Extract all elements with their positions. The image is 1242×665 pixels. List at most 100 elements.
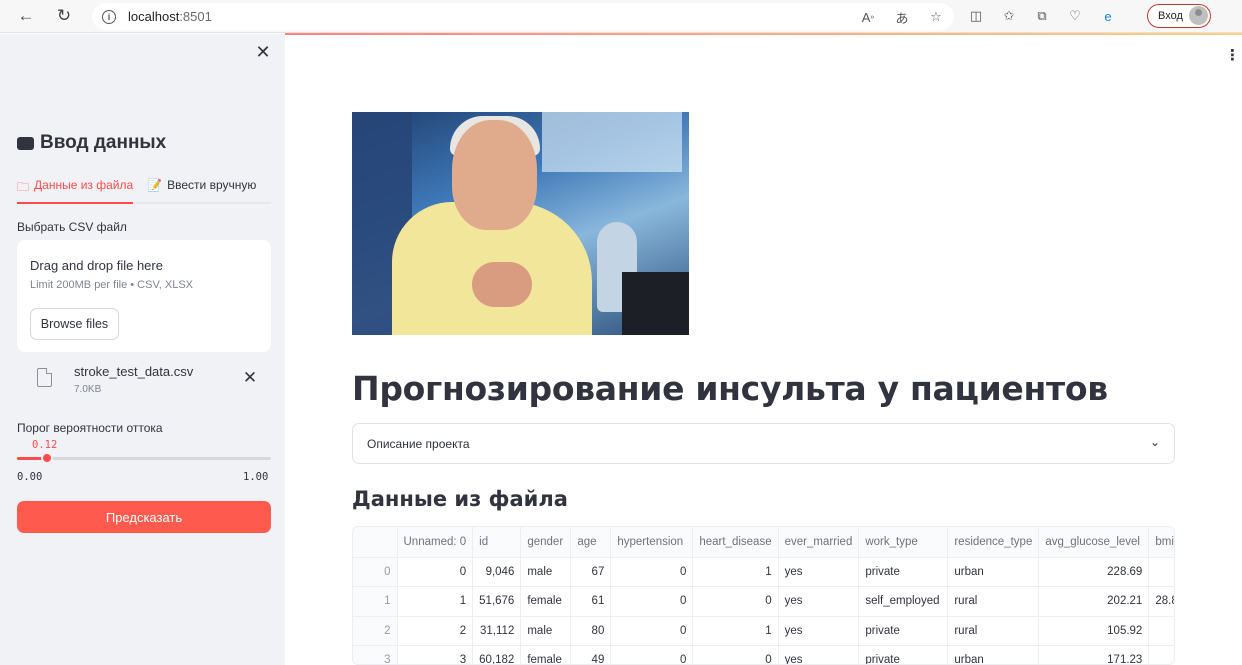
table-cell[interactable]: 1 [692,616,779,646]
read-aloud-icon[interactable]: A» [858,7,878,27]
table-cell[interactable]: private [858,557,949,587]
table-header: Unnamed: 0 id gender age hypertension heart_d… [353,527,1174,558]
uploaded-file-name: stroke_test_data.csv [74,364,194,379]
table-cell[interactable]: 228.69 [1038,557,1150,587]
table-cell[interactable]: 2 [397,616,474,646]
table-cell[interactable]: 60,182 [472,645,522,664]
table-cell[interactable]: 0 [692,586,779,617]
table-cell[interactable]: 0 [397,557,474,587]
table-cell[interactable]: 1 [397,586,474,617]
table-cell[interactable]: 0 [692,645,779,664]
file-icon [37,368,52,387]
table-cell[interactable]: 3 [397,645,474,664]
column-header[interactable]: hypertension [610,527,694,558]
favorite-star-icon[interactable]: ☆ [926,7,946,27]
login-button[interactable]: Вход [1147,4,1211,28]
close-sidebar-icon[interactable]: ✕ [253,42,273,62]
table-cell[interactable]: 67 [570,557,612,587]
table-cell[interactable]: 49 [570,645,612,664]
table-cell[interactable]: self_employed [858,586,949,617]
section-title: Данные из файла [352,487,568,511]
table-cell[interactable]: 202.21 [1038,586,1150,617]
browse-files-button[interactable]: Browse files [30,308,119,340]
column-header[interactable]: Unnamed: 0 [397,527,474,558]
row-index[interactable]: 0 [353,557,398,587]
table-row: 1 1 51,676 female 61 0 0 yes self_employed rural 2… [353,586,1174,617]
table-row: 009,046male6701yesprivateurban228.6936. [353,557,1174,587]
collections-icon[interactable]: ⧉ [1032,6,1052,26]
row-index[interactable]: 3 [353,645,398,664]
table-cell[interactable]: urban [947,645,1040,664]
table-cell[interactable]: 61 [570,586,612,617]
table-cell[interactable]: 171.23 [1038,645,1150,664]
table-cell[interactable]: 80 [570,616,612,646]
main-menu-icon[interactable]: ⋮ [1225,46,1240,64]
table-cell[interactable]: 32. [1148,616,1174,646]
table-cell[interactable]: female [520,586,572,617]
threshold-slider[interactable] [17,452,271,464]
table-cell[interactable]: male [520,616,572,646]
row-index[interactable]: 1 [353,586,398,617]
table-cell[interactable]: 51,676 [472,586,522,617]
table-cell[interactable]: 0 [610,645,694,664]
table-cell[interactable]: 0 [610,586,694,617]
column-header[interactable]: id [472,527,522,558]
slider-thumb[interactable] [41,452,53,464]
address-bar[interactable]: i localhost:8501 A» あ ☆ [92,3,954,30]
uploaded-file: stroke_test_data.csv 7.0KB ✕ [17,356,271,400]
column-header[interactable] [353,527,398,558]
tab-file-data-label: Данные из файла [34,178,134,192]
dropzone-title: Drag and drop file here [30,258,163,273]
table-cell[interactable]: yes [778,616,860,646]
sidebar-title-text: Ввод данных [40,132,167,153]
tab-manual-input[interactable]: 📝 Ввести вручную [147,172,256,204]
column-header[interactable]: gender [520,527,572,558]
column-header[interactable]: residence_type [947,527,1040,558]
table-cell[interactable]: 36. [1148,557,1174,587]
table-cell[interactable]: yes [778,557,860,587]
column-header[interactable]: heart_disease [692,527,779,558]
project-description-expander[interactable]: Описание проекта ⌄ [352,423,1175,464]
table-cell[interactable]: 105.92 [1038,616,1150,646]
back-arrow-icon[interactable]: ← [14,5,38,27]
column-header[interactable]: bmi [1148,527,1174,558]
translate-icon[interactable]: あ [892,7,912,27]
table-cell[interactable]: male [520,557,572,587]
table-cell[interactable]: 28.893 [1148,586,1174,617]
slider-label: Порог вероятности оттока [17,421,163,435]
tab-file-data[interactable]: 🗀 Данные из файла [17,172,134,204]
site-info-icon[interactable]: i [102,9,116,24]
table-cell[interactable]: 0 [610,616,694,646]
expander-label: Описание проекта [367,437,470,451]
column-header[interactable]: work_type [858,527,949,558]
table-cell[interactable]: yes [778,586,860,617]
table-cell[interactable]: rural [947,616,1040,646]
table-cell[interactable]: yes [778,645,860,664]
table-cell[interactable]: private [858,616,949,646]
table-cell[interactable]: private [858,645,949,664]
column-header[interactable]: ever_married [778,527,860,558]
table-cell[interactable]: urban [947,557,1040,587]
column-header[interactable]: avg_glucose_level [1038,527,1150,558]
slider-max: 1.00 [243,471,269,483]
split-screen-icon[interactable]: ◫ [966,6,986,26]
table-cell[interactable]: 1 [692,557,779,587]
edge-icon[interactable]: e [1098,6,1118,26]
column-header[interactable]: age [570,527,612,558]
table-cell[interactable]: rural [947,586,1040,617]
file-dropzone[interactable]: Drag and drop file here Limit 200MB per … [17,240,271,352]
favorites-icon[interactable]: ✩ [999,6,1019,26]
reload-icon[interactable]: ↻ [52,5,76,27]
remove-file-icon[interactable]: ✕ [241,368,259,388]
table-cell[interactable]: 31,112 [472,616,522,646]
table-cell[interactable]: 0 [610,557,694,587]
table-cell[interactable]: female [520,645,572,664]
browser-essentials-icon[interactable]: ♡ [1065,6,1085,26]
sidebar-title: Ввод данных [17,132,166,154]
table-cell[interactable]: 34. [1148,645,1174,664]
table-cell[interactable]: 9,046 [472,557,522,587]
data-table[interactable]: Unnamed: 0 id gender age hypertension heart_d… [352,526,1175,665]
row-index[interactable]: 2 [353,616,398,646]
predict-button[interactable]: Предсказать [17,501,271,533]
url-host: localhost [128,9,180,24]
